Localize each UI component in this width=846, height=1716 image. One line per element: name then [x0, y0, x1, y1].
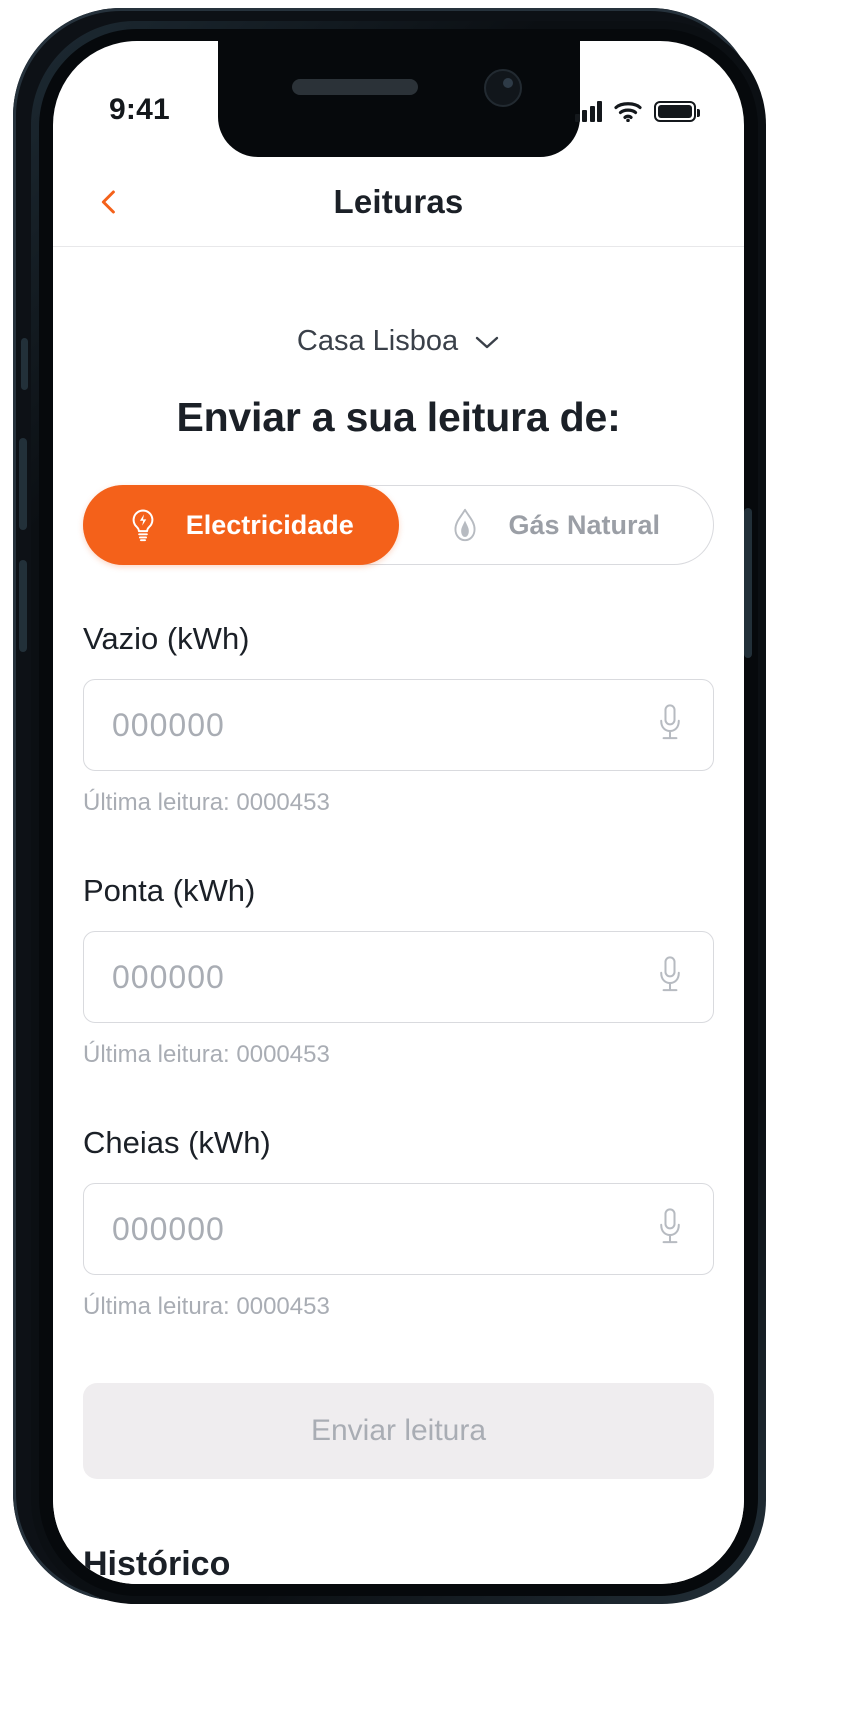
tab-gas-natural-label: Gás Natural: [508, 509, 661, 540]
power-button[interactable]: [744, 508, 752, 658]
field-hint: Última leitura: 0000453: [83, 789, 330, 816]
flame-icon: [450, 503, 490, 547]
lightbulb-bolt-icon: [128, 503, 168, 547]
microphone-icon[interactable]: [655, 1207, 689, 1251]
submit-reading-button[interactable]: Enviar leitura: [83, 1383, 714, 1479]
tab-gas-natural[interactable]: Gás Natural: [398, 486, 714, 564]
reading-field-vazio: Vazio (kWh) Última leitura: 000: [83, 621, 714, 817]
status-bar-indicators: [574, 76, 700, 123]
house-selector-dropdown[interactable]: Casa Lisboa: [83, 325, 714, 358]
field-label: Ponta (kWh): [83, 873, 256, 908]
volume-down-button[interactable]: [19, 560, 27, 652]
cellular-signal-icon: [574, 100, 602, 122]
tab-electricidade-label: Electricidade: [185, 509, 354, 540]
page-content: Casa Lisboa Enviar a sua leitura de: Ele…: [53, 247, 744, 1584]
microphone-icon[interactable]: [655, 703, 689, 747]
ponta-input[interactable]: [112, 958, 655, 996]
status-bar: 9:41: [53, 41, 744, 157]
vazio-input[interactable]: [112, 706, 655, 744]
screenshot-root: 9:41 Leituras Casa Lisboa Enviar a sua l…: [0, 0, 846, 1716]
chevron-down-icon: [474, 334, 500, 350]
field-hint: Última leitura: 0000453: [83, 1293, 330, 1320]
navigation-bar: Leituras: [53, 157, 744, 247]
input-wrapper[interactable]: [83, 1183, 714, 1275]
phone-device-frame: 9:41 Leituras Casa Lisboa Enviar a sua l…: [13, 8, 766, 1604]
cheias-input[interactable]: [112, 1210, 655, 1248]
microphone-icon[interactable]: [655, 955, 689, 999]
field-label: Cheias (kWh): [83, 1125, 271, 1160]
section-heading: Enviar a sua leitura de:: [176, 394, 621, 440]
field-hint: Última leitura: 0000453: [83, 1041, 330, 1068]
input-wrapper[interactable]: [83, 931, 714, 1023]
tab-electricidade[interactable]: Electricidade: [83, 485, 399, 565]
field-label: Vazio (kWh): [83, 621, 250, 656]
energy-type-toggle: Electricidade Gás Natural: [83, 485, 714, 565]
reading-field-ponta: Ponta (kWh) Última leitura: 000: [83, 873, 714, 1069]
reading-field-cheias: Cheias (kWh) Última leitura: 00: [83, 1125, 714, 1321]
house-selector-label: Casa Lisboa: [296, 325, 459, 357]
chevron-left-icon: [101, 190, 115, 213]
page-title: Leituras: [333, 182, 464, 220]
input-wrapper[interactable]: [83, 679, 714, 771]
back-button[interactable]: [87, 180, 131, 224]
phone-screen: 9:41 Leituras Casa Lisboa Enviar a sua l…: [53, 41, 744, 1584]
status-bar-time: 9:41: [109, 93, 170, 126]
historico-heading: Histórico: [83, 1545, 231, 1583]
mute-switch-button[interactable]: [21, 338, 28, 390]
wifi-icon: [614, 100, 642, 123]
volume-up-button[interactable]: [19, 438, 27, 530]
battery-icon: [654, 101, 700, 122]
